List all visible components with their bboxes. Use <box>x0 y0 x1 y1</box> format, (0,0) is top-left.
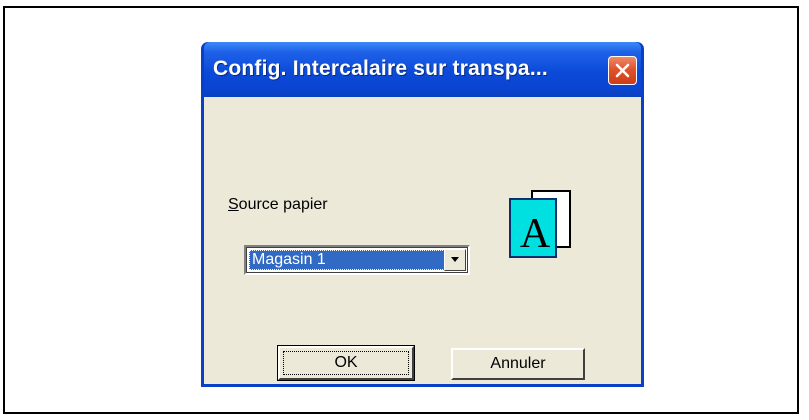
dialog-title: Config. Intercalaire sur transpa... <box>213 57 548 80</box>
ok-focus-rect <box>283 351 409 375</box>
cancel-button-label: Annuler <box>490 355 546 372</box>
paper-source-dropdown[interactable]: Magasin 1 <box>244 245 470 275</box>
paper-preview-icon: A <box>509 190 571 258</box>
cancel-button[interactable]: Annuler <box>451 348 585 380</box>
source-label-accelerator: S <box>228 196 239 213</box>
config-dialog: Config. Intercalaire sur transpa... Sour… <box>201 42 644 387</box>
paper-preview-glyph: A <box>520 211 551 257</box>
close-icon <box>615 63 630 78</box>
dropdown-button[interactable] <box>444 249 466 271</box>
dialog-titlebar[interactable]: Config. Intercalaire sur transpa... <box>204 42 641 97</box>
source-label-text: ource papier <box>238 196 328 213</box>
dialog-body: Source papier Magasin 1 A OK Annuler <box>204 97 641 384</box>
ok-button[interactable]: OK <box>277 345 415 381</box>
close-button[interactable] <box>608 56 637 85</box>
chevron-down-icon <box>451 257 459 262</box>
source-label: Source papier <box>228 196 328 214</box>
paper-source-value: Magasin 1 <box>249 250 445 270</box>
